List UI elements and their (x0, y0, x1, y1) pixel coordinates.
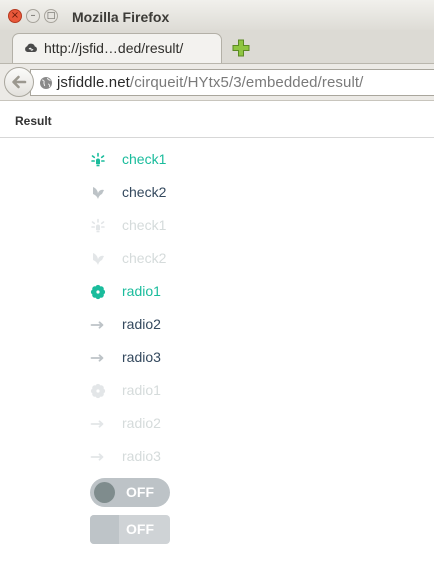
result-header: Result (0, 101, 434, 138)
url-path: /cirqueit/HYtx5/3/embedded/result/ (129, 74, 364, 91)
option-label: check2 (122, 184, 167, 200)
result-label: Result (15, 114, 52, 128)
option-label: radio1 (122, 382, 161, 398)
option-label: check2 (122, 250, 167, 266)
browser-tab[interactable]: http://jsfid…ded/result/ (12, 33, 222, 63)
option-label: radio2 (122, 316, 161, 332)
globe-icon (40, 77, 52, 89)
window-close-button[interactable]: × (8, 9, 22, 23)
radio-icon (90, 416, 106, 432)
radio-radio1-disabled: radio1 (90, 379, 290, 401)
checkbox-check1[interactable]: check1 (90, 148, 290, 170)
radio-icon (90, 449, 106, 465)
radio-radio1[interactable]: radio1 (90, 280, 290, 302)
toggle-label: OFF (126, 521, 154, 537)
radio-radio2[interactable]: radio2 (90, 313, 290, 335)
toggle-switch-square[interactable]: OFF (90, 515, 170, 544)
radio-checked-icon (90, 383, 106, 399)
toggle-switch[interactable]: OFF (90, 478, 170, 507)
back-button[interactable] (4, 67, 34, 97)
option-label: radio3 (122, 448, 161, 464)
option-label: check1 (122, 217, 167, 233)
url-host: jsfiddle.net (57, 74, 130, 91)
radio-icon[interactable] (90, 350, 106, 366)
checkbox-checked-icon (90, 218, 106, 234)
radio-radio3-disabled: radio3 (90, 445, 290, 467)
toggle-knob[interactable] (90, 515, 119, 544)
option-label: radio2 (122, 415, 161, 431)
window-title: Mozilla Firefox (72, 9, 170, 25)
radio-icon[interactable] (90, 317, 106, 333)
back-arrow-icon (12, 75, 27, 89)
address-bar[interactable]: jsfiddle.net/cirqueit/HYtx5/3/embedded/r… (30, 69, 434, 96)
option-label: radio3 (122, 349, 161, 365)
checkbox-icon (90, 251, 106, 267)
toggle-label: OFF (126, 484, 154, 500)
window-maximize-button[interactable]: □ (44, 9, 58, 23)
checkbox-check2[interactable]: check2 (90, 181, 290, 203)
option-label: radio1 (122, 283, 161, 299)
radio-radio2-disabled: radio2 (90, 412, 290, 434)
window-titlebar: × – □ Mozilla Firefox (0, 0, 434, 33)
radio-radio3[interactable]: radio3 (90, 346, 290, 368)
radio-checked-icon[interactable] (90, 284, 106, 300)
window-minimize-button[interactable]: – (26, 9, 40, 23)
tab-title: http://jsfid…ded/result/ (44, 40, 184, 56)
tab-strip: http://jsfid…ded/result/ (0, 30, 434, 64)
new-tab-plus-icon[interactable] (231, 38, 251, 58)
jsfiddle-cloud-icon (25, 43, 37, 52)
checkbox-check1-disabled: check1 (90, 214, 290, 236)
option-label: check1 (122, 151, 167, 167)
checkbox-checked-icon[interactable] (90, 152, 106, 168)
url-text[interactable]: jsfiddle.net/cirqueit/HYtx5/3/embedded/r… (57, 74, 363, 91)
toggle-knob[interactable] (94, 482, 115, 503)
navigation-bar: jsfiddle.net/cirqueit/HYtx5/3/embedded/r… (0, 64, 434, 101)
checkbox-icon[interactable] (90, 185, 106, 201)
checkbox-check2-disabled: check2 (90, 247, 290, 269)
